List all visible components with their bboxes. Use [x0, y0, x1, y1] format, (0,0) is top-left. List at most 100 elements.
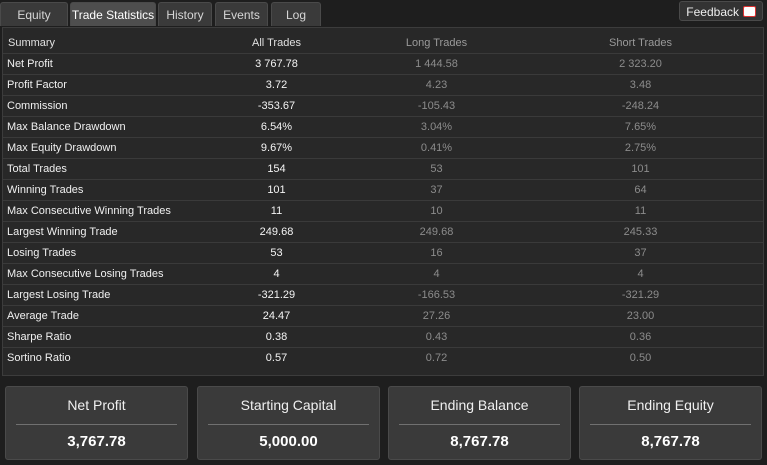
all-trades-value: -321.29 — [198, 284, 355, 306]
short-trades-value: 101 — [518, 158, 763, 180]
card-ending-equity: Ending Equity 8,767.78 — [579, 386, 762, 460]
table-row: Profit Factor 3.72 4.23 3.48 — [3, 74, 763, 96]
header-summary: Summary — [8, 36, 56, 49]
card-value: 8,767.78 — [641, 433, 700, 450]
card-divider — [399, 424, 560, 425]
row-label: Profit Factor — [3, 74, 198, 96]
long-trades-value: -105.43 — [355, 95, 518, 117]
card-ending-balance: Ending Balance 8,767.78 — [388, 386, 571, 460]
card-value: 3,767.78 — [67, 433, 126, 450]
table-row: Max Balance Drawdown 6.54% 3.04% 7.65% — [3, 116, 763, 138]
short-trades-value: 2.75% — [518, 137, 763, 159]
table-row: Total Trades 154 53 101 — [3, 158, 763, 180]
tab-events[interactable]: Events — [215, 2, 268, 26]
table-row: Average Trade 24.47 27.26 23.00 — [3, 305, 763, 327]
trade-statistics-panel: Summary All Trades Long Trades Short Tra… — [2, 27, 764, 376]
tab-log[interactable]: Log — [271, 2, 321, 26]
row-label: Largest Losing Trade — [3, 284, 198, 306]
table-row: Largest Winning Trade 249.68 249.68 245.33 — [3, 221, 763, 243]
short-trades-value: 23.00 — [518, 305, 763, 327]
short-trades-value: 37 — [518, 242, 763, 264]
card-net-profit: Net Profit 3,767.78 — [5, 386, 188, 460]
feedback-label: Feedback — [686, 5, 739, 19]
card-divider — [16, 424, 177, 425]
long-trades-value: 3.04% — [355, 116, 518, 138]
short-trades-value: 11 — [518, 200, 763, 222]
table-row: Winning Trades 101 37 64 — [3, 179, 763, 201]
all-trades-value: -353.67 — [198, 95, 355, 117]
tab-trade-statistics[interactable]: Trade Statistics — [70, 2, 156, 26]
row-label: Winning Trades — [3, 179, 198, 201]
summary-cards: Net Profit 3,767.78 Starting Capital 5,0… — [0, 380, 767, 465]
all-trades-value: 24.47 — [198, 305, 355, 327]
long-trades-value: 27.26 — [355, 305, 518, 327]
long-trades-value: 53 — [355, 158, 518, 180]
table-row: Max Equity Drawdown 9.67% 0.41% 2.75% — [3, 137, 763, 159]
long-trades-value: 37 — [355, 179, 518, 201]
short-trades-value: 3.48 — [518, 74, 763, 96]
row-label: Largest Winning Trade — [3, 221, 198, 243]
all-trades-value: 0.38 — [198, 326, 355, 348]
long-trades-value: 0.43 — [355, 326, 518, 348]
card-value: 8,767.78 — [450, 433, 509, 450]
statistics-table: Summary All Trades Long Trades Short Tra… — [3, 32, 763, 368]
all-trades-value: 101 — [198, 179, 355, 201]
short-trades-value: 245.33 — [518, 221, 763, 243]
card-divider — [208, 424, 369, 425]
all-trades-value: 0.57 — [198, 347, 355, 368]
long-trades-value: 0.41% — [355, 137, 518, 159]
all-trades-value: 9.67% — [198, 137, 355, 159]
table-header-row: Summary All Trades Long Trades Short Tra… — [3, 32, 763, 54]
long-trades-value: 16 — [355, 242, 518, 264]
row-label: Sharpe Ratio — [3, 326, 198, 348]
row-label: Net Profit — [3, 53, 198, 75]
short-trades-value: 7.65% — [518, 116, 763, 138]
table-row: Max Consecutive Winning Trades 11 10 11 — [3, 200, 763, 222]
long-trades-value: 0.72 — [355, 347, 518, 368]
table-row: Losing Trades 53 16 37 — [3, 242, 763, 264]
table-row: Max Consecutive Losing Trades 4 4 4 — [3, 263, 763, 285]
tab-history[interactable]: History — [158, 2, 212, 26]
table-row: Sharpe Ratio 0.38 0.43 0.36 — [3, 326, 763, 348]
all-trades-value: 154 — [198, 158, 355, 180]
row-label: Losing Trades — [3, 242, 198, 264]
card-title: Net Profit — [67, 397, 126, 413]
short-trades-value: -248.24 — [518, 95, 763, 117]
short-trades-value: 0.36 — [518, 326, 763, 348]
header-long-trades: Long Trades — [405, 36, 468, 49]
tab-equity-chart[interactable]: Equity Chart — [0, 2, 68, 46]
row-label: Commission — [3, 95, 198, 117]
short-trades-value: 0.50 — [518, 347, 763, 368]
all-trades-value: 4 — [198, 263, 355, 285]
card-title: Ending Balance — [430, 397, 529, 413]
row-label: Max Consecutive Winning Trades — [3, 200, 198, 222]
header-all-trades: All Trades — [252, 36, 301, 49]
long-trades-value: 4 — [355, 263, 518, 285]
table-row: Sortino Ratio 0.57 0.72 0.50 — [3, 347, 763, 368]
short-trades-value: 2 323.20 — [518, 53, 763, 75]
table-row: Net Profit 3 767.78 1 444.58 2 323.20 — [3, 53, 763, 75]
short-trades-value: 64 — [518, 179, 763, 201]
row-label: Sortino Ratio — [3, 347, 198, 368]
long-trades-value: 249.68 — [355, 221, 518, 243]
short-trades-value: -321.29 — [518, 284, 763, 306]
long-trades-value: 1 444.58 — [355, 53, 518, 75]
row-label: Max Consecutive Losing Trades — [3, 263, 198, 285]
card-divider — [590, 424, 751, 425]
speech-bubble-icon — [743, 6, 756, 18]
long-trades-value: 10 — [355, 200, 518, 222]
feedback-button[interactable]: Feedback — [679, 1, 763, 21]
all-trades-value: 11 — [198, 200, 355, 222]
card-title: Starting Capital — [240, 397, 337, 413]
all-trades-value: 3 767.78 — [198, 53, 355, 75]
card-starting-capital: Starting Capital 5,000.00 — [197, 386, 380, 460]
table-row: Commission -353.67 -105.43 -248.24 — [3, 95, 763, 117]
row-label: Max Balance Drawdown — [3, 116, 198, 138]
card-value: 5,000.00 — [259, 433, 318, 450]
all-trades-value: 249.68 — [198, 221, 355, 243]
all-trades-value: 6.54% — [198, 116, 355, 138]
all-trades-value: 3.72 — [198, 74, 355, 96]
row-label: Average Trade — [3, 305, 198, 327]
header-short-trades: Short Trades — [609, 36, 672, 49]
long-trades-value: 4.23 — [355, 74, 518, 96]
